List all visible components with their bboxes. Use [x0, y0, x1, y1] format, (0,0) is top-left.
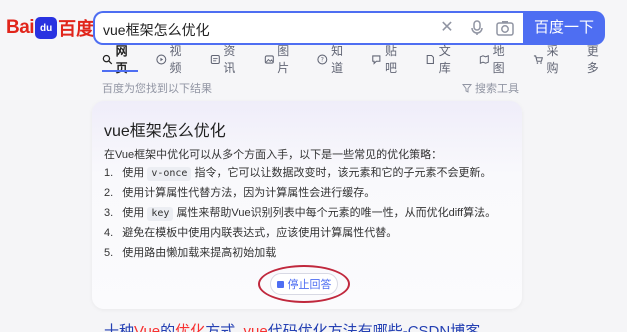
paw-icon: du [35, 17, 58, 39]
item-number: 4. [104, 227, 114, 239]
list-item: 1. 使用 v-once 指令，它可以让数据改变时，该元素和它的子元素不会更新。 [104, 164, 492, 181]
baidu-logo[interactable]: Bai du 百度 [6, 13, 94, 43]
item-number: 1. [104, 167, 114, 179]
code-snippet: v-once [147, 167, 192, 181]
search-input[interactable]: vue框架怎么优化 [103, 20, 210, 40]
list-item: 5. 使用路由懒加载来提高初始加载 [104, 244, 276, 260]
ai-answer-title: vue框架怎么优化 [104, 123, 226, 140]
tab-label: 文库 [438, 44, 451, 75]
item-text: 使用 [122, 167, 145, 179]
search-tools-button[interactable]: 搜索工具 [462, 80, 519, 96]
tab-news[interactable]: 资讯 [210, 44, 247, 75]
svg-text:?: ? [321, 56, 324, 63]
filter-icon [462, 84, 472, 93]
doc-icon [426, 54, 435, 64]
search-icon [102, 54, 113, 64]
item-text: 避免在模板中使用内联表达式，应该使用计算属性代替。 [122, 227, 398, 239]
tab-label: 贴吧 [384, 44, 397, 75]
result-count-tip: 百度为您找到以下结果 [102, 83, 212, 95]
microphone-icon[interactable] [468, 19, 486, 37]
logo-du-text: 百度 [58, 19, 95, 39]
tab-map[interactable]: 地图 [479, 44, 516, 75]
result-title-text: 的 [160, 323, 176, 332]
tab-zhidao[interactable]: ? 知道 [317, 44, 354, 75]
active-tab-indicator [102, 70, 138, 72]
tab-more[interactable]: 更多 [587, 44, 610, 75]
result-title-highlight: vue [243, 323, 268, 332]
tab-wenku[interactable]: 文库 [425, 44, 462, 75]
list-item: 4. 避免在模板中使用内联表达式，应该使用计算属性代替。 [104, 224, 397, 240]
tab-label: 资讯 [223, 44, 236, 75]
search-tabs: 网页 视频 资讯 图片 ? 知道 贴吧 文库 地图 采购 更多 [102, 44, 627, 75]
code-snippet: key [147, 207, 174, 221]
tab-images[interactable]: 图片 [264, 44, 301, 75]
result-title-text: 十种 [104, 323, 135, 332]
tab-label: 地图 [492, 44, 505, 75]
ai-answer-card: vue框架怎么优化 在Vue框架中优化可以从多个方面入手，以下是一些常见的优化策… [92, 101, 522, 309]
question-icon: ? [317, 54, 328, 64]
cart-icon [533, 54, 543, 64]
map-icon [479, 54, 489, 64]
item-text: 使用路由懒加载来提高初始加载 [122, 247, 277, 259]
list-item: 2. 使用计算属性代替方法，因为计算属性会进行缓存。 [104, 184, 375, 200]
result-title-highlight: 优化 [175, 323, 206, 332]
search-tools-label: 搜索工具 [475, 83, 519, 95]
video-icon [156, 54, 167, 64]
tab-label: 知道 [331, 44, 344, 75]
item-text: 使用 [122, 207, 145, 219]
item-text: 使用计算属性代替方法，因为计算属性会进行缓存。 [122, 187, 376, 199]
tieba-icon [372, 54, 381, 65]
list-item: 3. 使用 key 属性来帮助Vue识别列表中每个元素的唯一性，从而优化diff… [104, 204, 496, 221]
tab-label: 图片 [277, 44, 290, 75]
tab-tieba[interactable]: 贴吧 [371, 44, 408, 75]
result-title-text: 方式_ [205, 323, 244, 332]
tab-video[interactable]: 视频 [156, 44, 193, 75]
tab-web[interactable]: 网页 [102, 44, 139, 75]
tab-purchase[interactable]: 采购 [533, 44, 570, 75]
camera-icon[interactable] [495, 19, 515, 37]
news-icon [210, 54, 220, 64]
search-box[interactable]: vue框架怎么优化 ✕ [93, 11, 523, 45]
item-text: 指令，它可以让数据改变时，该元素和它的子元素不会更新。 [194, 167, 492, 179]
tab-label: 视频 [169, 44, 182, 75]
item-number: 3. [104, 207, 114, 219]
logo-bai-text: Bai [6, 17, 35, 38]
result-title-highlight: Vue [134, 323, 161, 332]
ai-answer-intro: 在Vue框架中优化可以从多个方面入手，以下是一些常见的优化策略： [104, 149, 443, 161]
header: Bai du 百度 vue框架怎么优化 ✕ 百度一下 网页 视频 资讯 图片 ?… [0, 0, 627, 100]
highlight-ring [258, 265, 350, 303]
item-number: 2. [104, 187, 114, 199]
result-title-link[interactable]: 十种Vue的优化方式_vue代码优化方法有哪些-CSDN博客 [104, 320, 480, 332]
image-icon [264, 54, 274, 64]
search-button[interactable]: 百度一下 [523, 11, 605, 45]
close-icon[interactable]: ✕ [438, 19, 456, 37]
tab-label: 采购 [546, 44, 559, 75]
result-title-text: 代码优化方法有哪些-CSDN博客 [267, 323, 481, 332]
tab-label: 更多 [586, 44, 599, 75]
item-number: 5. [104, 247, 114, 259]
item-text: 属性来帮助Vue识别列表中每个元素的唯一性，从而优化diff算法。 [176, 207, 497, 219]
